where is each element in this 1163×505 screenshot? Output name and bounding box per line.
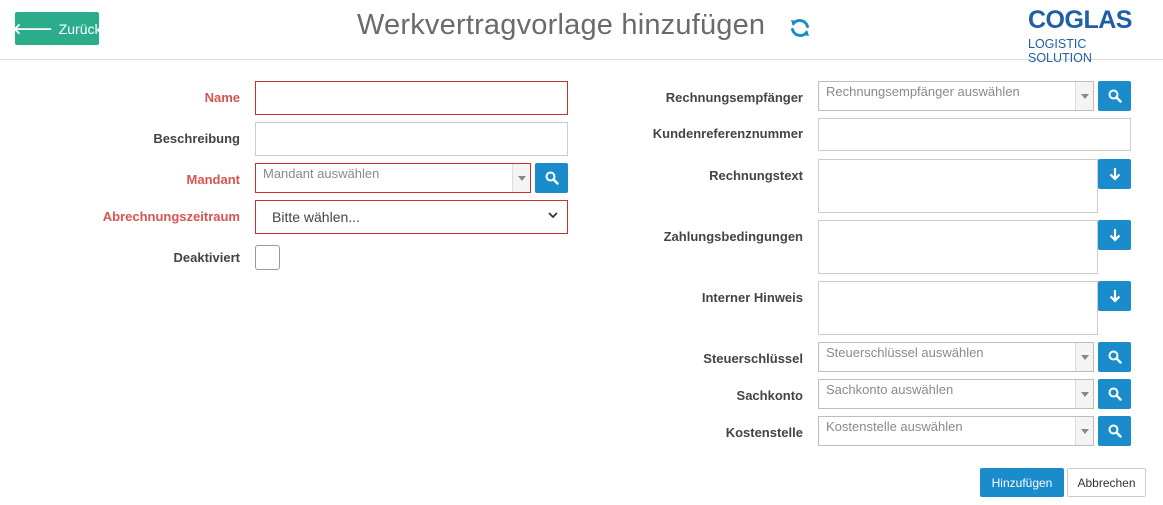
refresh-icon[interactable] [788,16,812,40]
steuerschluessel-select[interactable]: Steuerschlüssel auswählen [818,342,1094,372]
search-icon [1108,387,1122,401]
kostenstelle-label: Kostenstelle [725,425,803,440]
company-logo: COGLAS LOGISTIC SOLUTION [1028,6,1150,65]
zahlungsbedingungen-textarea[interactable] [818,220,1098,274]
name-label: Name [204,90,240,105]
steuerschluessel-label: Steuerschlüssel [703,351,803,366]
arrow-down-icon [1109,290,1120,303]
arrow-down-icon [1109,168,1120,181]
mandant-search-button[interactable] [535,163,568,193]
chevron-down-icon [548,212,558,219]
arrow-left-icon: 🡐 [12,21,53,38]
dropdown-arrow-icon [1075,343,1093,371]
kostenstelle-search-button[interactable] [1098,416,1131,446]
search-icon [545,171,559,185]
sachkonto-placeholder: Sachkonto auswählen [826,382,954,397]
dropdown-arrow-icon [512,164,530,192]
beschreibung-label: Beschreibung [153,131,240,146]
back-button[interactable]: 🡐 Zurück [12,12,102,45]
search-icon [1108,424,1122,438]
interner-hinweis-insert-button[interactable] [1098,281,1131,311]
dropdown-arrow-icon [1075,82,1093,110]
kostenstelle-select[interactable]: Kostenstelle auswählen [818,416,1094,446]
rechnungsempfaenger-select[interactable]: Rechnungsempfänger auswählen [818,81,1094,111]
mandant-label: Mandant [186,172,240,187]
mandant-select[interactable]: Mandant auswählen [255,163,531,193]
mandant-placeholder: Mandant auswählen [263,166,380,181]
back-button-label: Zurück [58,20,102,37]
rechnungsempfaenger-label: Rechnungsempfänger [665,90,803,105]
sachkonto-label: Sachkonto [736,388,803,403]
rechnungstext-textarea[interactable] [818,159,1098,213]
interner-hinweis-textarea[interactable] [818,281,1098,335]
steuerschluessel-search-button[interactable] [1098,342,1131,372]
page-title: Werkvertragvorlage hinzufügen [357,9,766,41]
deaktiviert-label: Deaktiviert [173,250,240,265]
kostenstelle-placeholder: Kostenstelle auswählen [826,419,963,434]
rechnungsempfaenger-search-button[interactable] [1098,81,1131,111]
sachkonto-search-button[interactable] [1098,379,1131,409]
page-header: 🡐 Zurück Werkvertragvorlage hinzufügen C… [0,0,1163,65]
abrechnungszeitraum-select[interactable]: Bitte wählen... [255,200,568,234]
kundenreferenznummer-input[interactable] [818,118,1131,151]
logo-sub-text: LOGISTIC SOLUTION [1028,37,1092,65]
rechnungsempfaenger-placeholder: Rechnungsempfänger auswählen [826,84,1020,99]
logo-main-text: COGLAS [1028,6,1132,34]
submit-button[interactable]: Hinzufügen [980,468,1064,497]
beschreibung-input[interactable] [255,122,568,156]
deaktiviert-checkbox[interactable] [255,245,280,270]
cancel-button[interactable]: Abbrechen [1067,468,1146,497]
abrechnungszeitraum-label: Abrechnungszeitraum [102,209,240,224]
search-icon [1108,350,1122,364]
interner-hinweis-label: Interner Hinweis [701,290,803,305]
dropdown-arrow-icon [1075,417,1093,445]
search-icon [1108,89,1122,103]
abrechnungszeitraum-value: Bitte wählen... [272,209,360,225]
name-input[interactable] [255,81,568,115]
zahlungsbedingungen-label: Zahlungsbedingungen [663,229,803,244]
arrow-down-icon [1109,229,1120,242]
kundenreferenznummer-label: Kundenreferenznummer [652,126,803,141]
steuerschluessel-placeholder: Steuerschlüssel auswählen [826,345,984,360]
rechnungstext-insert-button[interactable] [1098,159,1131,189]
rechnungstext-label: Rechnungstext [709,168,803,183]
dropdown-arrow-icon [1075,380,1093,408]
zahlungsbedingungen-insert-button[interactable] [1098,220,1131,250]
sachkonto-select[interactable]: Sachkonto auswählen [818,379,1094,409]
